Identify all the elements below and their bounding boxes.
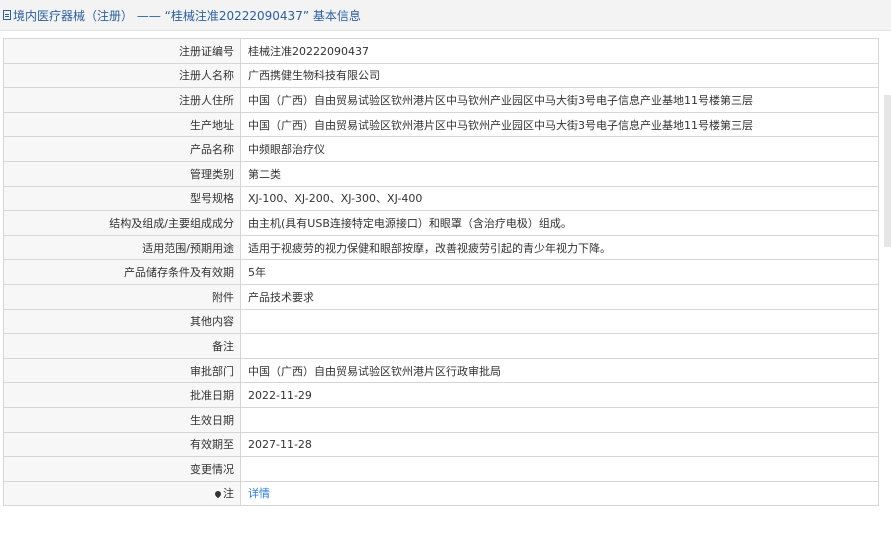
- scrollbar[interactable]: [884, 95, 891, 247]
- table-row: 变更情况: [3, 456, 879, 482]
- field-value: [240, 456, 879, 482]
- field-label: 审批部门: [3, 357, 241, 384]
- note-label-cell: 注: [3, 480, 241, 507]
- field-label: 产品储存条件及有效期: [3, 259, 241, 285]
- table-row-note: 注 详情: [3, 480, 879, 507]
- table-row: 有效期至 2027-11-28: [3, 431, 879, 458]
- field-value: [240, 333, 879, 359]
- field-label: 注册人住所: [3, 87, 241, 113]
- table-row: 附件 产品技术要求: [3, 283, 879, 310]
- table-row: 备注: [3, 333, 879, 359]
- field-value: 2027-11-28: [240, 431, 879, 458]
- table-row: 批准日期 2022-11-29: [3, 382, 879, 408]
- field-value: [240, 308, 879, 335]
- table-row: 注册人名称 广西携健生物科技有限公司: [3, 62, 879, 89]
- field-value: 产品技术要求: [240, 283, 879, 310]
- field-label: 附件: [3, 283, 241, 310]
- field-label: 注册人名称: [3, 62, 241, 89]
- field-value: 适用于视疲劳的视力保健和眼部按摩，改善视疲劳引起的青少年视力下降。: [240, 234, 879, 261]
- table-row: 审批部门 中国（广西）自由贸易试验区钦州港片区行政审批局: [3, 357, 879, 384]
- field-value: 2022-11-29: [240, 382, 879, 408]
- table-row: 生产地址 中国（广西）自由贸易试验区钦州港片区中马钦州产业园区中马大街3号电子信息…: [3, 111, 879, 138]
- field-label: 结构及组成/主要组成成分: [3, 210, 241, 236]
- field-value: 中国（广西）自由贸易试验区钦州港片区中马钦州产业园区中马大街3号电子信息产业基地…: [240, 111, 879, 138]
- page-header: 境内医疗器械（注册） —— “桂械注准20222090437” 基本信息: [0, 0, 891, 31]
- field-value: 5年: [240, 259, 879, 285]
- field-label: 生产地址: [3, 111, 241, 138]
- field-label: 有效期至: [3, 431, 241, 458]
- info-table: 注册证编号 桂械注准20222090437 注册人名称 广西携健生物科技有限公司 注册人…: [3, 38, 879, 507]
- field-value: 桂械注准20222090437: [240, 38, 879, 64]
- field-value: XJ-100、XJ-200、XJ-300、XJ-400: [240, 185, 879, 212]
- table-row: 适用范围/预期用途 适用于视疲劳的视力保健和眼部按摩，改善视疲劳引起的青少年视力下…: [3, 234, 879, 261]
- table-row: 其他内容: [3, 308, 879, 335]
- field-label: 生效日期: [3, 406, 241, 433]
- field-label: 适用范围/预期用途: [3, 234, 241, 261]
- info-table-container: 注册证编号 桂械注准20222090437 注册人名称 广西携健生物科技有限公司 注册人…: [3, 38, 879, 507]
- pin-icon: [213, 490, 223, 499]
- table-row: 管理类别 第二类: [3, 160, 879, 187]
- table-row: 注册人住所 中国（广西）自由贸易试验区钦州港片区中马钦州产业园区中马大街3号电子信…: [3, 87, 879, 113]
- field-value: 中频眼部治疗仪: [240, 136, 879, 162]
- field-value: 第二类: [240, 160, 879, 187]
- field-label: 管理类别: [3, 160, 241, 187]
- note-value-cell: 详情: [240, 480, 879, 507]
- note-label: 注: [223, 487, 234, 501]
- table-row: 结构及组成/主要组成成分 由主机(具有USB连接特定电源接口）和眼罩（含治疗电极）…: [3, 210, 879, 236]
- field-label: 其他内容: [3, 308, 241, 335]
- field-label: 注册证编号: [3, 38, 241, 64]
- table-row: 产品名称 中频眼部治疗仪: [3, 136, 879, 162]
- field-value: 由主机(具有USB连接特定电源接口）和眼罩（含治疗电极）组成。: [240, 210, 879, 236]
- field-label: 产品名称: [3, 136, 241, 162]
- field-label: 变更情况: [3, 456, 241, 482]
- field-value: 中国（广西）自由贸易试验区钦州港片区中马钦州产业园区中马大街3号电子信息产业基地…: [240, 87, 879, 113]
- table-row: 注册证编号 桂械注准20222090437: [3, 38, 879, 64]
- table-row: 生效日期: [3, 406, 879, 433]
- table-row: 型号规格 XJ-100、XJ-200、XJ-300、XJ-400: [3, 185, 879, 212]
- field-value: 广西携健生物科技有限公司: [240, 62, 879, 89]
- field-value: [240, 406, 879, 433]
- field-value: 中国（广西）自由贸易试验区钦州港片区行政审批局: [240, 357, 879, 384]
- document-icon: [3, 10, 11, 20]
- field-label: 批准日期: [3, 382, 241, 408]
- page-title: 境内医疗器械（注册） —— “桂械注准20222090437” 基本信息: [13, 8, 361, 23]
- field-label: 型号规格: [3, 185, 241, 212]
- field-label: 备注: [3, 333, 241, 359]
- table-row: 产品储存条件及有效期 5年: [3, 259, 879, 285]
- details-link[interactable]: 详情: [248, 487, 270, 500]
